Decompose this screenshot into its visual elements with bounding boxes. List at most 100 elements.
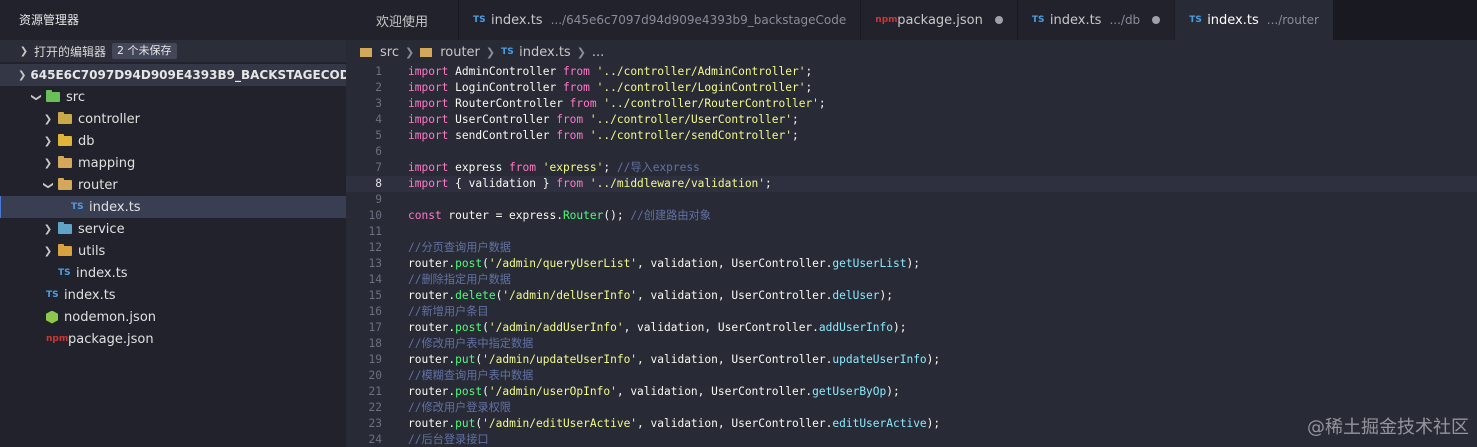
breadcrumb-file[interactable]: index.ts: [519, 45, 571, 60]
code-line[interactable]: 2 import LoginController from '../control…: [346, 80, 1477, 96]
editor-tab[interactable]: TS index.ts .../645e6c7097d94d909e4393b9_b…: [459, 0, 862, 40]
code-text[interactable]: //删除指定用户数据: [382, 272, 511, 288]
code-editor[interactable]: 1 import AdminController from '../control…: [346, 64, 1477, 447]
unsaved-dot-icon[interactable]: [994, 16, 1003, 24]
tree-item[interactable]: ❯ db: [0, 130, 346, 152]
line-number: 3: [375, 97, 382, 110]
code-token: post: [455, 321, 483, 334]
code-line[interactable]: 21 router.post('/admin/userOpInfo', valid…: [346, 384, 1477, 400]
code-token: ;: [765, 177, 772, 190]
code-text[interactable]: import { validation } from '../middlewar…: [382, 176, 772, 192]
code-text[interactable]: import UserController from '../controlle…: [382, 112, 799, 128]
code-text[interactable]: //修改用户登录权限: [382, 400, 511, 416]
line-number: 4: [375, 113, 382, 126]
open-editors-section[interactable]: ❯ 打开的编辑器 2 个未保存: [0, 40, 346, 62]
tree-item[interactable]: ❯ utils: [0, 240, 346, 262]
code-line[interactable]: 4 import UserController from '../controll…: [346, 112, 1477, 128]
line-number: 21: [368, 385, 382, 398]
code-text[interactable]: //模糊查询用户表中数据: [382, 368, 533, 384]
code-line[interactable]: 12 //分页查询用户数据: [346, 240, 1477, 256]
code-line[interactable]: 3 import RouterController from '../contro…: [346, 96, 1477, 112]
code-text[interactable]: import LoginController from '../controll…: [382, 80, 812, 96]
code-line[interactable]: 15 router.delete('/admin/delUserInfo', va…: [346, 288, 1477, 304]
code-line[interactable]: 19 router.put('/admin/updateUserInfo', va…: [346, 352, 1477, 368]
chevron-down-icon: ❯: [18, 69, 27, 81]
line-number: 1: [375, 65, 382, 78]
code-line[interactable]: 10 const router = express.Router(); //创建路…: [346, 208, 1477, 224]
tree-item[interactable]: ❯ service: [0, 218, 346, 240]
code-text[interactable]: //修改用户表中指定数据: [382, 336, 533, 352]
tab-description: .../645e6c7097d94d909e4393b9_backstageCo…: [550, 13, 847, 27]
line-number: 16: [368, 305, 382, 318]
line-number: 20: [368, 369, 382, 382]
tree-item[interactable]: TS index.ts: [0, 196, 346, 218]
code-text[interactable]: import express from 'express'; //导入expre…: [382, 160, 700, 176]
editor-tab[interactable]: TS index.ts .../db: [1017, 0, 1176, 40]
nodejs-icon: [46, 310, 58, 324]
code-text[interactable]: router.delete('/admin/delUserInfo', vali…: [382, 288, 893, 304]
breadcrumb-more[interactable]: ...: [592, 45, 604, 60]
code-text[interactable]: [382, 144, 408, 160]
project-root-header[interactable]: ❯ 645E6C7097D94D909E4393B9_BACKSTAGECODE: [0, 64, 358, 86]
code-token: router.: [408, 257, 456, 270]
code-text[interactable]: router.post('/admin/queryUserList', vali…: [382, 256, 920, 272]
code-text[interactable]: //新增用户条目: [382, 304, 489, 320]
code-text[interactable]: router.put('/admin/editUserActive', vali…: [382, 416, 940, 432]
line-number: 6: [375, 145, 382, 158]
code-token: getUserByOp: [812, 385, 887, 398]
code-line[interactable]: 16 //新增用户条目: [346, 304, 1477, 320]
line-number: 15: [368, 289, 382, 302]
code-line[interactable]: 18 //修改用户表中指定数据: [346, 336, 1477, 352]
code-text[interactable]: //分页查询用户数据: [382, 240, 511, 256]
code-token: router.: [408, 385, 456, 398]
code-line[interactable]: 14 //删除指定用户数据: [346, 272, 1477, 288]
chevron-right-icon: ❯: [43, 113, 53, 125]
tree-item[interactable]: ❯ router: [0, 174, 346, 196]
line-number: 24: [368, 433, 382, 446]
editor-tab[interactable]: TS index.ts .../router: [1175, 0, 1334, 40]
code-text[interactable]: //后台登录接口: [382, 432, 489, 447]
code-line[interactable]: 13 router.post('/admin/queryUserList', va…: [346, 256, 1477, 272]
tree-item[interactable]: ❯ controller: [0, 108, 346, 130]
code-line[interactable]: 8 import { validation } from '../middlewa…: [346, 176, 1477, 192]
code-text[interactable]: router.post('/admin/userOpInfo', validat…: [382, 384, 900, 400]
code-text[interactable]: const router = express.Router(); //创建路由对…: [382, 208, 711, 224]
folder-icon: [58, 244, 72, 256]
code-line[interactable]: 11: [346, 224, 1477, 240]
breadcrumb-router[interactable]: router: [440, 45, 480, 60]
tree-item[interactable]: ❯ src: [0, 86, 346, 108]
line-number: 13: [368, 257, 382, 270]
code-text[interactable]: import sendController from '../controlle…: [382, 128, 799, 144]
tree-item[interactable]: ❯ mapping: [0, 152, 346, 174]
unsaved-dot-icon[interactable]: [1152, 16, 1161, 24]
line-number: 8: [375, 177, 382, 190]
code-line[interactable]: 1 import AdminController from '../control…: [346, 64, 1477, 80]
code-token: sendController: [448, 129, 557, 142]
code-token: from: [569, 97, 597, 110]
code-token: );: [879, 289, 894, 302]
code-text[interactable]: [382, 224, 408, 240]
code-line[interactable]: 5 import sendController from '../controll…: [346, 128, 1477, 144]
line-number: 7: [375, 161, 382, 174]
tree-item[interactable]: npm package.json: [0, 328, 346, 350]
line-number: 5: [375, 129, 382, 142]
code-token: //导入express: [616, 161, 700, 174]
editor-tab[interactable]: 欢迎使用: [346, 0, 460, 40]
code-line[interactable]: 6: [346, 144, 1477, 160]
code-text[interactable]: import RouterController from '../control…: [382, 96, 826, 112]
code-token: , validation, UserController.: [637, 289, 833, 302]
breadcrumb-src[interactable]: src: [380, 45, 399, 60]
code-token: getUserList: [832, 257, 907, 270]
tree-item[interactable]: TS index.ts: [0, 262, 346, 284]
tree-item[interactable]: TS index.ts: [0, 284, 346, 306]
code-text[interactable]: router.post('/admin/addUserInfo', valida…: [382, 320, 906, 336]
code-text[interactable]: import AdminController from '../controll…: [382, 64, 812, 80]
code-text[interactable]: router.put('/admin/updateUserInfo', vali…: [382, 352, 940, 368]
code-line[interactable]: 20 //模糊查询用户表中数据: [346, 368, 1477, 384]
editor-tab[interactable]: npm package.json: [861, 0, 1018, 40]
code-text[interactable]: [382, 192, 408, 208]
code-line[interactable]: 7 import express from 'express'; //导入expr…: [346, 160, 1477, 176]
code-line[interactable]: 17 router.post('/admin/addUserInfo', vali…: [346, 320, 1477, 336]
tree-item[interactable]: nodemon.json: [0, 306, 346, 328]
code-line[interactable]: 9: [346, 192, 1477, 208]
